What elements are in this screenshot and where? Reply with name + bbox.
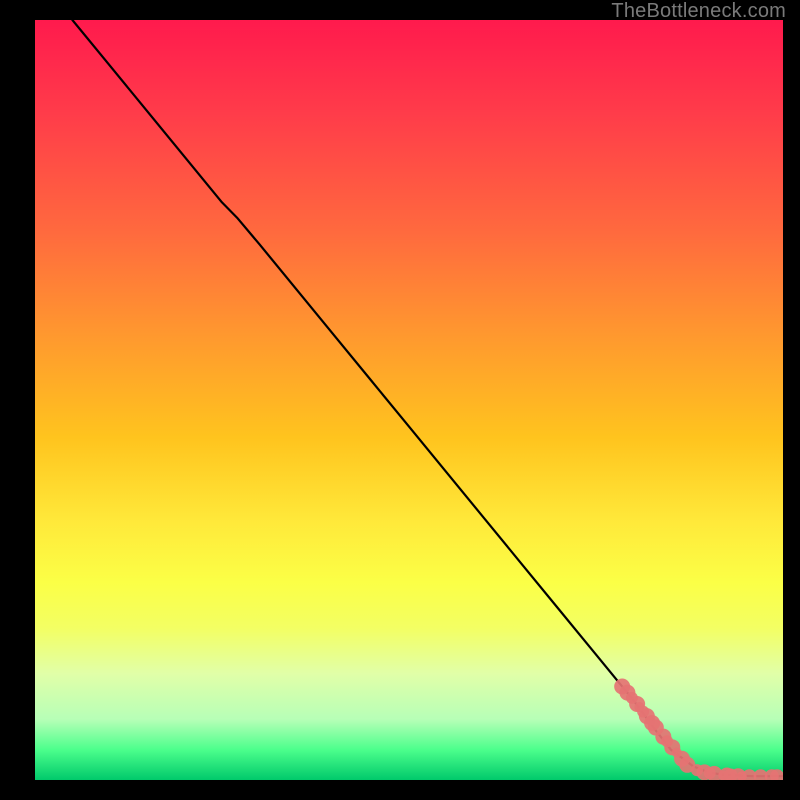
chart-svg <box>35 20 783 780</box>
chart-frame: TheBottleneck.com <box>0 0 800 800</box>
marker-series <box>614 679 783 780</box>
line-series <box>72 20 783 776</box>
plot-area <box>35 20 783 780</box>
